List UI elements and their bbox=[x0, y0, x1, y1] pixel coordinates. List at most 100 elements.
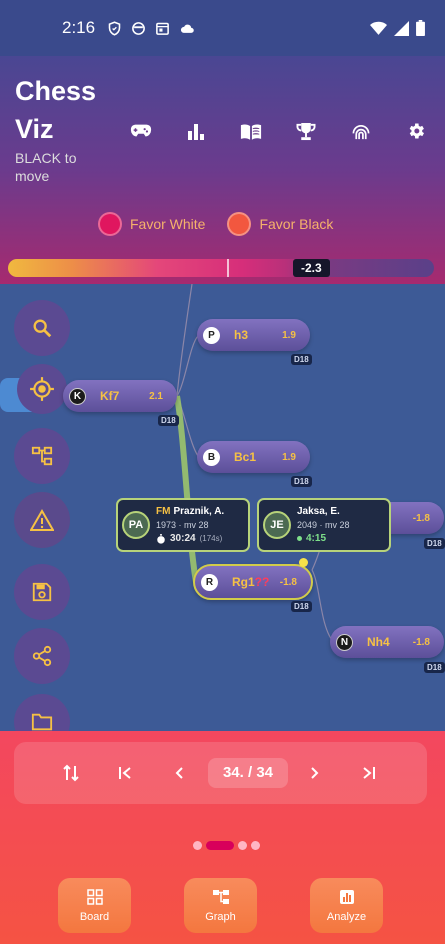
folder-icon bbox=[31, 713, 53, 731]
bar-chart-icon[interactable] bbox=[168, 118, 223, 144]
graph-node-kf7[interactable]: K Kf7 2.1 bbox=[63, 380, 177, 412]
node-score: -1.8 bbox=[412, 512, 430, 524]
settings-icon[interactable] bbox=[388, 118, 443, 144]
status-time: 2:16 bbox=[62, 18, 96, 37]
depth-badge: D18 bbox=[291, 476, 312, 487]
node-move: Rg1 bbox=[232, 575, 255, 589]
fingerprint-icon[interactable] bbox=[333, 118, 388, 144]
player-card-black: JE Jaksa, E. 2049 · mv 28 4:15 bbox=[257, 498, 391, 552]
gamepad-icon[interactable] bbox=[113, 118, 168, 144]
graph-icon bbox=[212, 889, 229, 904]
legend-favor-black: Favor Black bbox=[227, 212, 333, 236]
clock-sub: (174s) bbox=[199, 534, 223, 543]
turn-indicator: BLACK to move bbox=[15, 150, 77, 184]
move-graph[interactable]: K Kf7 2.1 D18 P h3 1.9 D18 B Bc1 1.9 D18… bbox=[0, 284, 445, 731]
save-tool[interactable] bbox=[14, 564, 70, 620]
tab-label: Analyze bbox=[326, 910, 367, 923]
header-nav bbox=[113, 118, 443, 144]
graph-node-nh4[interactable]: N Nh4 -1.8 bbox=[330, 626, 444, 658]
clock-value: 30:24 bbox=[170, 533, 196, 544]
save-icon bbox=[32, 582, 52, 602]
grid-icon bbox=[86, 888, 103, 905]
tree-tool[interactable] bbox=[14, 428, 70, 484]
bottom-panel: 34. / 34 Board Graph Analyze bbox=[0, 731, 445, 944]
node-score: 1.9 bbox=[282, 451, 296, 463]
stopwatch-icon bbox=[157, 533, 165, 544]
flip-board-button[interactable] bbox=[58, 760, 84, 786]
last-icon bbox=[363, 767, 375, 779]
prev-icon bbox=[175, 767, 183, 779]
favor-white-swatch bbox=[98, 212, 122, 236]
player-name-text: Praznik, A. bbox=[173, 506, 225, 517]
player-card-white: PA FM Praznik, A. 1973 · mv 28 30:24 (174… bbox=[116, 498, 250, 552]
swap-vert-icon bbox=[63, 764, 79, 782]
player-clock: 30:24 (174s) bbox=[156, 533, 224, 544]
first-move-button[interactable] bbox=[112, 760, 138, 786]
tab-board[interactable]: Board bbox=[58, 878, 131, 933]
cloud-icon bbox=[181, 24, 194, 33]
depth-badge: D18 bbox=[291, 354, 312, 365]
tab-graph[interactable]: Graph bbox=[184, 878, 257, 933]
legend-favor-white: Favor White bbox=[98, 212, 205, 236]
clock-value: 4:15 bbox=[306, 533, 327, 544]
battery-icon bbox=[416, 20, 425, 36]
app-header: Chess Viz BLACK to move Favor White Favo… bbox=[0, 56, 445, 284]
tab-label: Graph bbox=[205, 910, 236, 923]
trophy-icon[interactable] bbox=[278, 118, 333, 144]
locate-tool[interactable] bbox=[17, 364, 67, 414]
signal-icon bbox=[394, 20, 409, 36]
move-navigation: 34. / 34 bbox=[14, 742, 427, 804]
page-dot-active bbox=[206, 841, 234, 850]
prev-move-button[interactable] bbox=[166, 760, 192, 786]
page-indicator bbox=[193, 841, 260, 850]
locate-icon bbox=[30, 377, 54, 401]
blunder-tool[interactable] bbox=[14, 492, 70, 548]
book-icon[interactable] bbox=[223, 118, 278, 144]
next-icon bbox=[311, 767, 319, 779]
eval-marker bbox=[227, 259, 230, 277]
depth-badge: D18 bbox=[424, 662, 445, 673]
tab-analyze[interactable]: Analyze bbox=[310, 878, 383, 933]
last-move-button[interactable] bbox=[356, 760, 382, 786]
eval-value: -2.3 bbox=[293, 259, 330, 277]
page-dot bbox=[238, 841, 247, 850]
king-piece-icon: K bbox=[69, 387, 86, 405]
depth-badge: D18 bbox=[158, 415, 179, 426]
search-tool[interactable] bbox=[14, 300, 70, 356]
analyze-icon bbox=[339, 889, 354, 904]
eval-legend: Favor White Favor Black bbox=[98, 212, 333, 236]
player-name: Jaksa, E. bbox=[297, 506, 340, 517]
graph-node-h3[interactable]: P h3 1.9 bbox=[197, 319, 310, 351]
player-meta: 1973 · mv 28 bbox=[156, 520, 209, 530]
blunder-annotation: ?? bbox=[254, 575, 270, 589]
graph-node-bc1[interactable]: B Bc1 1.9 bbox=[197, 441, 310, 473]
node-move: Bc1 bbox=[234, 450, 257, 464]
node-move: Nh4 bbox=[367, 635, 390, 649]
player-clock: 4:15 bbox=[297, 533, 350, 544]
tab-label: Board bbox=[79, 910, 110, 923]
node-move: Kf7 bbox=[100, 389, 120, 403]
share-tool[interactable] bbox=[14, 628, 70, 684]
knight-piece-icon: N bbox=[336, 633, 353, 651]
search-icon bbox=[33, 319, 52, 338]
node-score: -1.8 bbox=[412, 636, 430, 648]
share-icon bbox=[32, 645, 52, 667]
active-clock-dot bbox=[297, 536, 302, 541]
favor-white-label: Favor White bbox=[130, 216, 206, 232]
tree-icon bbox=[31, 446, 53, 466]
move-counter: 34. / 34 bbox=[208, 758, 288, 788]
favor-black-label: Favor Black bbox=[259, 216, 334, 232]
depth-badge: D18 bbox=[424, 538, 445, 549]
next-move-button[interactable] bbox=[302, 760, 328, 786]
page-dot bbox=[193, 841, 202, 850]
wifi-icon bbox=[370, 21, 387, 35]
player-name: FM Praznik, A. bbox=[156, 506, 224, 517]
bishop-piece-icon: B bbox=[203, 448, 220, 466]
face-icon bbox=[132, 21, 145, 35]
player-title: FM bbox=[156, 506, 171, 517]
graph-node-rg1-selected[interactable]: R Rg1 ?? -1.8 bbox=[193, 564, 313, 600]
node-score: 1.9 bbox=[282, 329, 296, 341]
node-score: 2.1 bbox=[149, 390, 163, 402]
page-dot bbox=[251, 841, 260, 850]
status-bar: 2:16 bbox=[0, 0, 445, 56]
